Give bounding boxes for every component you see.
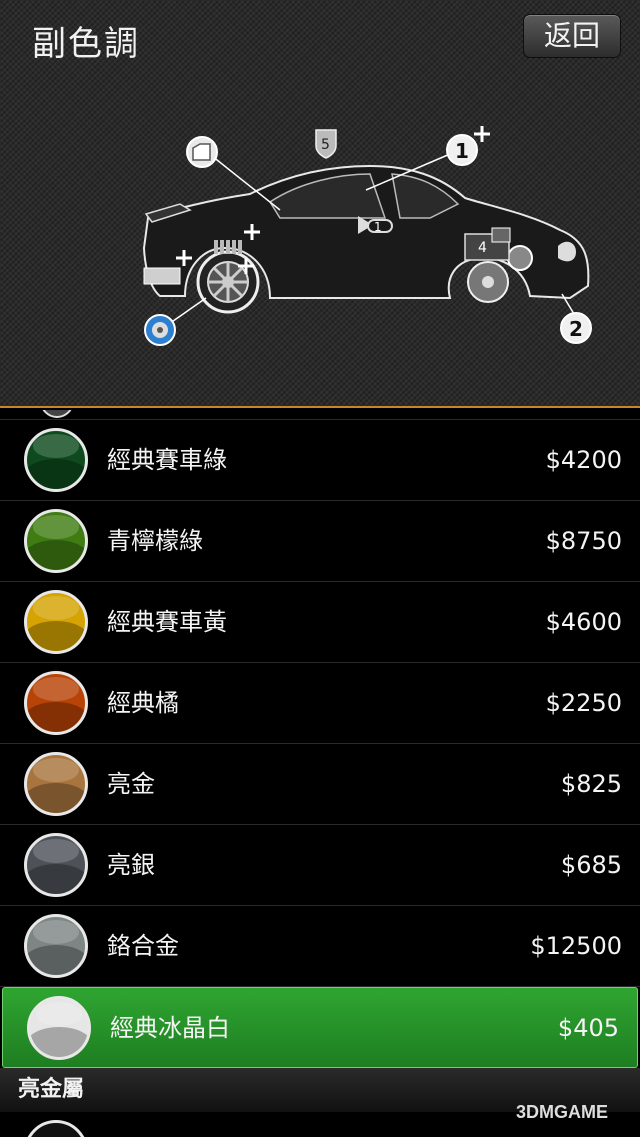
color-swatch (24, 914, 88, 978)
color-price: $405 (557, 1014, 619, 1042)
color-name: 經典賽車黃 (107, 608, 227, 636)
page-title: 副色調 (32, 24, 140, 64)
color-price: $12500 (530, 932, 622, 960)
list-item[interactable]: 經典賽車黃 $4600 (0, 582, 640, 663)
list-item-partial (0, 410, 640, 420)
color-list[interactable]: 經典賽車綠 $4200 青檸檬綠 $8750 經典賽車黃 $4600 經典橘 $… (0, 410, 640, 1137)
rear-wheel (196, 250, 260, 314)
turbo-icon[interactable] (144, 314, 176, 346)
ecu-part (491, 227, 511, 243)
color-swatch (40, 410, 74, 418)
turbo-part (507, 245, 533, 271)
list-item[interactable]: 經典橘 $2250 (0, 663, 640, 744)
back-button[interactable]: 返回 (523, 14, 621, 58)
color-swatch (24, 671, 88, 735)
color-swatch (24, 509, 88, 573)
list-item[interactable]: 經典賽車綠 $4200 (0, 420, 640, 501)
svg-text:1: 1 (455, 139, 469, 163)
color-swatch (24, 1120, 88, 1137)
color-name: 亮銀 (107, 851, 155, 879)
color-swatch (24, 752, 88, 816)
color-price: $8750 (545, 527, 622, 555)
door-icon[interactable] (186, 136, 218, 168)
hood-callout-badge[interactable]: 1 (446, 134, 478, 166)
list-item-selected[interactable]: 經典冰晶白 $405 (2, 987, 638, 1068)
color-name: 青檸檬綠 (107, 527, 203, 555)
color-name: 鉻合金 (107, 932, 179, 960)
front-callout-badge[interactable]: 2 (560, 312, 592, 344)
color-price: $2250 (545, 689, 622, 717)
color-name: 經典冰晶白 (110, 1014, 230, 1042)
blueprint-header: 副色調 返回 4 1 5 1 2 (0, 0, 640, 408)
color-price: $4200 (545, 446, 622, 474)
color-name: 經典橘 (107, 689, 179, 717)
front-brake-disc (467, 261, 509, 303)
color-swatch (27, 996, 91, 1060)
headlight (558, 241, 576, 262)
color-price: $825 (560, 770, 622, 798)
svg-text:1: 1 (374, 220, 382, 234)
color-price: $4600 (545, 608, 622, 636)
svg-text:2: 2 (569, 317, 583, 341)
exhaust-tip (143, 267, 181, 285)
color-swatch (24, 833, 88, 897)
car-blueprint: 4 1 5 1 2 (142, 126, 592, 346)
watermark: 3DMGAME (516, 1102, 609, 1122)
color-swatch (24, 428, 88, 492)
list-item[interactable]: 青檸檬綠 $8750 (0, 501, 640, 582)
color-name: 亮金 (107, 770, 155, 798)
upgrade-level-shield-icon: 5 (315, 129, 337, 159)
color-swatch (24, 590, 88, 654)
list-item[interactable]: 鉻合金 $12500 (0, 906, 640, 987)
svg-text:5: 5 (321, 137, 330, 153)
color-price: $685 (560, 851, 622, 879)
engine-number: 4 (478, 240, 487, 256)
color-name: 經典賽車綠 (107, 446, 227, 474)
list-item[interactable]: 亮金 $825 (0, 744, 640, 825)
list-item[interactable]: 亮銀 $685 (0, 825, 640, 906)
